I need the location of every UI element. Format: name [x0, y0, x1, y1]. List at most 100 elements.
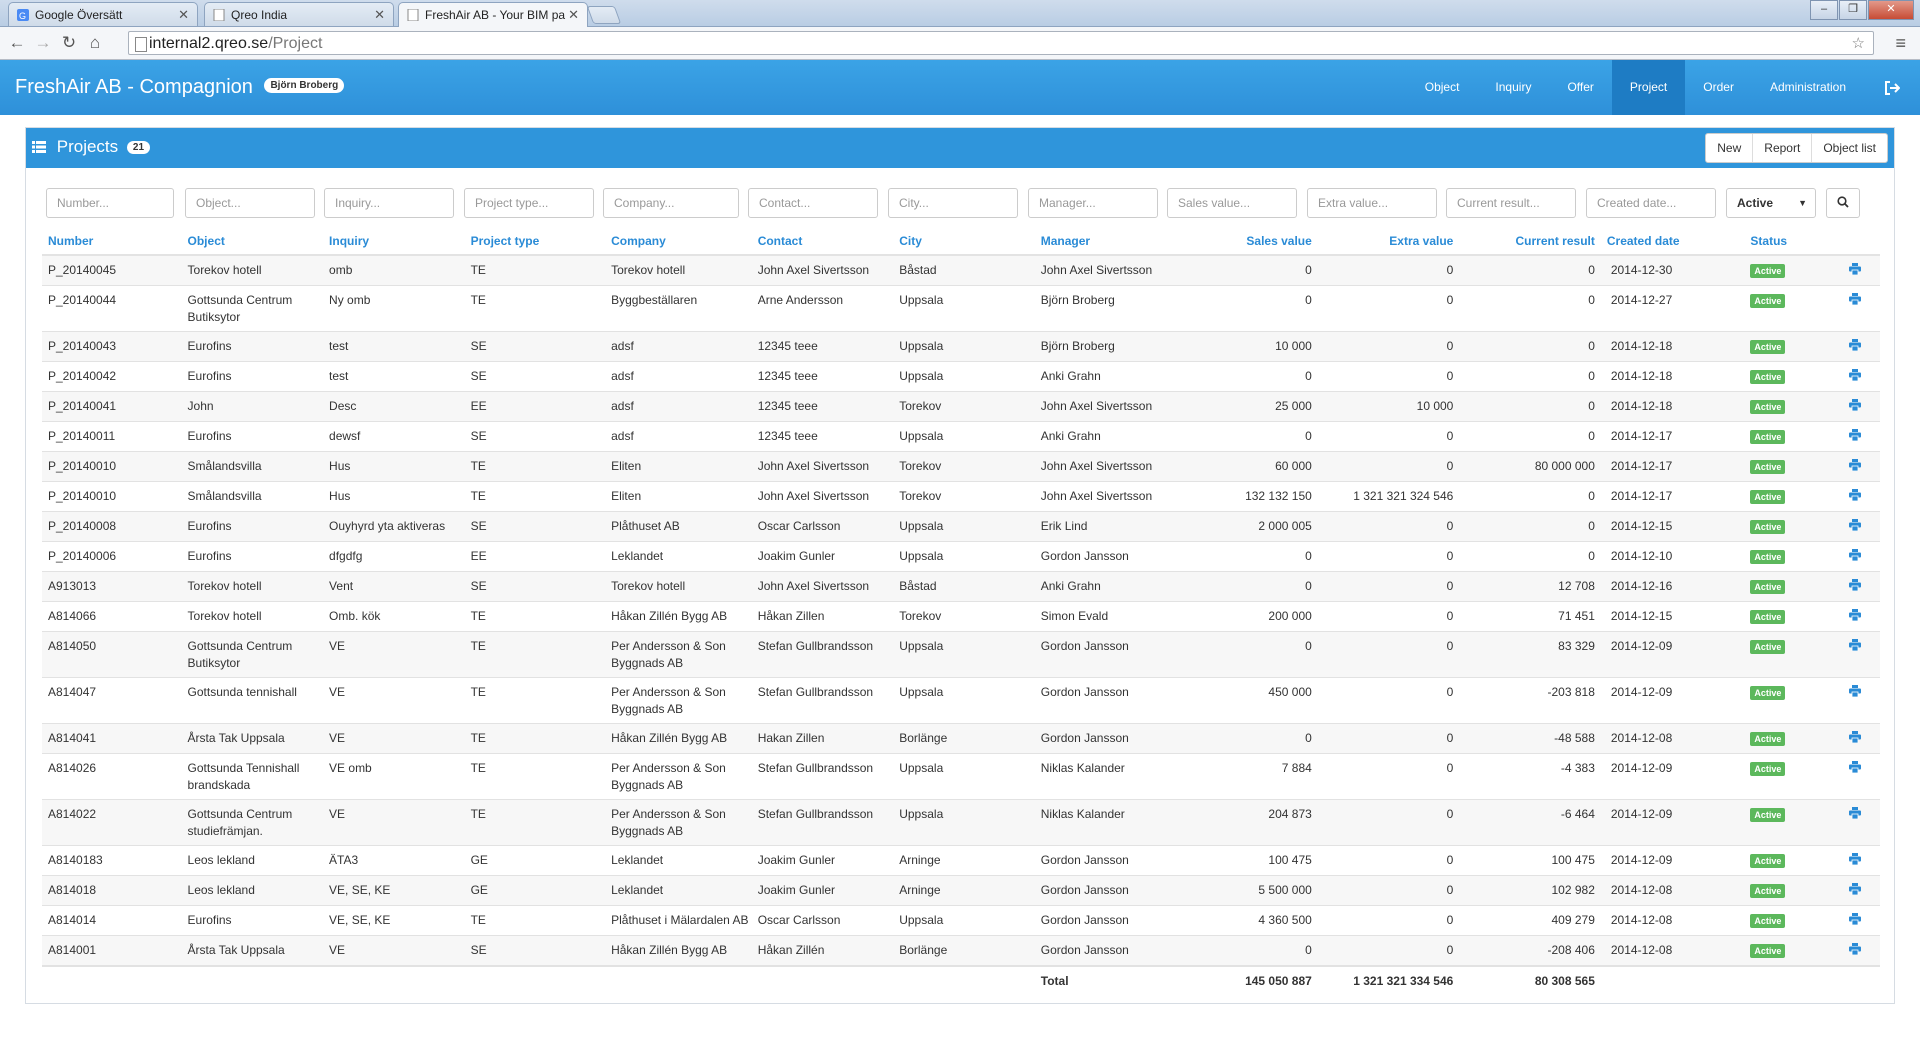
table-row[interactable]: P_20140006 Eurofins dfgdfg EE Leklandet Joaki…	[42, 541, 1880, 572]
print-icon[interactable]	[1849, 399, 1862, 411]
nav-inquiry[interactable]: Inquiry	[1477, 60, 1549, 115]
table-row[interactable]: A814047 Gottsunda tennishall VE TE Per Ander…	[42, 677, 1880, 724]
print-icon[interactable]	[1849, 913, 1862, 925]
cell-number[interactable]: A814018	[42, 875, 182, 906]
print-icon[interactable]	[1849, 549, 1862, 561]
col-header-extra-value[interactable]: Extra value	[1317, 228, 1460, 256]
new-button[interactable]: New	[1706, 134, 1752, 162]
table-row[interactable]: P_20140042 Eurofins test SE adsf 12345 teee Up…	[42, 361, 1880, 392]
table-row[interactable]: A913013 Torekov hotell Vent SE Torekov hotel…	[42, 571, 1880, 602]
table-row[interactable]: P_20140044 Gottsunda Centrum Butiksytor Ny…	[42, 285, 1880, 332]
print-icon[interactable]	[1849, 429, 1862, 441]
table-row[interactable]: A8140183 Leos lekland ÄTA3 GE Leklandet Joaki…	[42, 845, 1880, 876]
manager-filter[interactable]: Manager...	[1028, 188, 1158, 218]
print-icon[interactable]	[1849, 639, 1862, 651]
new-tab-button[interactable]	[586, 6, 622, 24]
table-row[interactable]: A814050 Gottsunda Centrum Butiksytor VE TE P…	[42, 631, 1880, 678]
number-filter[interactable]: Number...	[46, 188, 174, 218]
table-row[interactable]: P_20140010 Smålandsvilla Hus TE Eliten John A…	[42, 481, 1880, 512]
cell-number[interactable]: P_20140045	[42, 254, 182, 286]
col-header-project-type[interactable]: Project type	[464, 228, 606, 256]
browser-tab[interactable]: Qreo India ✕	[204, 2, 394, 26]
nav-order[interactable]: Order	[1685, 60, 1752, 115]
extra-value-filter[interactable]: Extra value...	[1307, 188, 1437, 218]
cell-number[interactable]: A814047	[42, 677, 182, 724]
table-row[interactable]: P_20140011 Eurofins dewsf SE adsf 12345 teee U…	[42, 421, 1880, 452]
col-header-created-date[interactable]: Created date	[1600, 228, 1745, 256]
window-close-icon[interactable]: ✕	[1868, 0, 1914, 20]
cell-number[interactable]: A814022	[42, 799, 182, 846]
cell-number[interactable]: A814014	[42, 905, 182, 936]
cell-number[interactable]: P_20140041	[42, 391, 182, 422]
print-icon[interactable]	[1849, 685, 1862, 697]
object-filter[interactable]: Object...	[185, 188, 315, 218]
cell-number[interactable]: P_20140010	[42, 451, 182, 482]
table-row[interactable]: P_20140041 John Desc EE adsf 12345 teee Toreko…	[42, 391, 1880, 422]
sales-value-filter[interactable]: Sales value...	[1167, 188, 1297, 218]
cell-number[interactable]: P_20140010	[42, 481, 182, 512]
project-type-filter[interactable]: Project type...	[464, 188, 594, 218]
cell-number[interactable]: A814066	[42, 601, 182, 632]
table-row[interactable]: A814001 Årsta Tak Uppsala VE SE Håkan Zillén…	[42, 935, 1880, 966]
cell-number[interactable]: A814001	[42, 935, 182, 966]
col-header-manager[interactable]: Manager	[1034, 228, 1177, 256]
print-icon[interactable]	[1849, 761, 1862, 773]
address-bar[interactable]: internal2.qreo.se/Project ☆	[128, 31, 1874, 55]
nav-administration[interactable]: Administration	[1752, 60, 1864, 115]
maximize-icon[interactable]: ❐	[1839, 0, 1867, 20]
contact-filter[interactable]: Contact...	[748, 188, 878, 218]
col-header-status[interactable]: Status	[1744, 228, 1842, 256]
print-icon[interactable]	[1849, 489, 1862, 501]
cell-number[interactable]: A814050	[42, 631, 182, 678]
app-brand[interactable]: FreshAir AB - Compagnion Björn Broberg	[15, 76, 345, 99]
print-icon[interactable]	[1849, 339, 1862, 351]
report-button[interactable]: Report	[1752, 134, 1811, 162]
table-row[interactable]: P_20140010 Smålandsvilla Hus TE Eliten John A…	[42, 451, 1880, 482]
col-header-city[interactable]: City	[893, 228, 1035, 256]
nav-project[interactable]: Project	[1611, 60, 1686, 115]
browser-tab[interactable]: G Google Översätt ✕	[8, 2, 198, 26]
print-icon[interactable]	[1849, 943, 1862, 955]
cell-number[interactable]: P_20140008	[42, 511, 182, 542]
table-row[interactable]: A814022 Gottsunda Centrum studiefrämjan. V…	[42, 799, 1880, 846]
inquiry-filter[interactable]: Inquiry...	[324, 188, 454, 218]
minimize-icon[interactable]: –	[1810, 0, 1838, 20]
print-icon[interactable]	[1849, 579, 1862, 591]
cell-number[interactable]: A814041	[42, 723, 182, 754]
close-icon[interactable]: ✕	[178, 3, 189, 26]
current-result-filter[interactable]: Current result...	[1446, 188, 1576, 218]
forward-icon[interactable]: →	[30, 33, 56, 53]
table-row[interactable]: A814041 Årsta Tak Uppsala VE TE Håkan Zillén…	[42, 723, 1880, 754]
status-select[interactable]: Active ▼	[1726, 188, 1816, 218]
browser-tab-active[interactable]: FreshAir AB - Your BIM pa ✕	[398, 2, 588, 27]
created-date-filter[interactable]: Created date...	[1586, 188, 1716, 218]
print-icon[interactable]	[1849, 731, 1862, 743]
col-header-number[interactable]: Number	[42, 228, 182, 256]
close-icon[interactable]: ✕	[374, 3, 385, 26]
cell-number[interactable]: P_20140011	[42, 421, 182, 452]
cell-number[interactable]: A913013	[42, 571, 182, 602]
print-icon[interactable]	[1849, 459, 1862, 471]
cell-number[interactable]: P_20140006	[42, 541, 182, 572]
bookmark-star-icon[interactable]: ☆	[1852, 32, 1865, 56]
print-icon[interactable]	[1849, 853, 1862, 865]
cell-number[interactable]: P_20140044	[42, 285, 182, 332]
print-icon[interactable]	[1849, 293, 1862, 305]
home-icon[interactable]: ⌂	[82, 33, 108, 53]
cell-number[interactable]: P_20140043	[42, 331, 182, 362]
table-row[interactable]: A814026 Gottsunda Tennishall brandskada VE…	[42, 753, 1880, 800]
print-icon[interactable]	[1849, 609, 1862, 621]
user-badge[interactable]: Björn Broberg	[264, 78, 345, 94]
company-filter[interactable]: Company...	[603, 188, 739, 218]
cell-number[interactable]: P_20140042	[42, 361, 182, 392]
cell-number[interactable]: A814026	[42, 753, 182, 800]
table-row[interactable]: P_20140043 Eurofins test SE adsf 12345 teee Up…	[42, 331, 1880, 362]
print-icon[interactable]	[1849, 807, 1862, 819]
city-filter[interactable]: City...	[888, 188, 1018, 218]
print-icon[interactable]	[1849, 369, 1862, 381]
print-icon[interactable]	[1849, 883, 1862, 895]
table-row[interactable]: P_20140045 Torekov hotell omb TE Torekov hot…	[42, 254, 1880, 286]
col-header-contact[interactable]: Contact	[751, 228, 894, 256]
col-header-inquiry[interactable]: Inquiry	[323, 228, 465, 256]
browser-menu-icon[interactable]: ≡	[1895, 33, 1906, 54]
